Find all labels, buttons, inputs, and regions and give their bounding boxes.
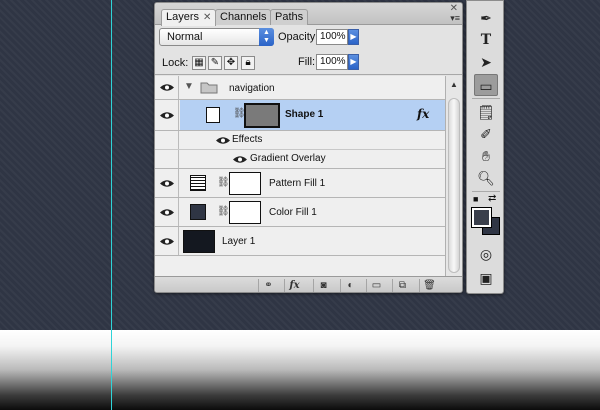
tools-panel: ✒ T ➤ ▭ 🗒︎ ✐ ✋︎ 🔍︎ ■ ⇄ ◎ ▣: [466, 0, 504, 294]
link-icon[interactable]: ⛓: [217, 177, 230, 188]
add-mask-icon[interactable]: ◙: [313, 279, 333, 292]
lock-all-icon[interactable]: 🔒︎: [241, 56, 255, 70]
trash-icon[interactable]: 🗑︎: [419, 279, 439, 292]
visibility-cell: [155, 150, 179, 168]
tab-paths-label: Paths: [275, 11, 304, 23]
link-icon[interactable]: ⛓: [217, 206, 230, 217]
eye-icon[interactable]: [160, 179, 174, 188]
tool-separator: [472, 98, 500, 99]
eye-icon[interactable]: [216, 136, 230, 145]
gradient-bar-shape: [0, 330, 600, 410]
vector-mask-thumbnail[interactable]: [244, 103, 280, 128]
pen-tool-icon[interactable]: ✒: [474, 7, 498, 29]
eye-icon[interactable]: [233, 155, 247, 164]
screen-mode-icon[interactable]: ▣: [474, 267, 498, 289]
hand-tool-icon[interactable]: ✋︎: [474, 145, 498, 167]
panel-menu-icon[interactable]: ▾≡: [450, 13, 460, 24]
scroll-up-icon[interactable]: ▲: [450, 80, 458, 89]
lock-move-icon[interactable]: ✥: [224, 56, 238, 70]
path-selection-tool-icon[interactable]: ➤: [474, 51, 498, 73]
panel-tabs: Layers ✕ Channels Paths ✕ ▾≡: [155, 3, 462, 26]
layer-name: Color Fill 1: [269, 207, 317, 218]
layer-thumbnail: [206, 107, 220, 123]
layer-row-navigation[interactable]: ▼ navigation: [155, 76, 445, 100]
mask-thumbnail[interactable]: [229, 201, 261, 224]
layer-name: navigation: [229, 83, 275, 94]
blend-row: Normal ▲ ▼ Opacity: 100% ▶: [155, 25, 462, 51]
effect-name: Gradient Overlay: [250, 153, 326, 164]
adjustment-layer-icon[interactable]: ◐: [340, 279, 360, 292]
foreground-color-swatch[interactable]: [471, 207, 492, 228]
close-icon[interactable]: ✕: [203, 12, 211, 23]
visibility-cell: [155, 100, 179, 130]
layers-panel: Layers ✕ Channels Paths ✕ ▾≡ Normal ▲ ▼ Op…: [154, 2, 463, 293]
fill-input[interactable]: 100%: [316, 54, 348, 70]
blend-mode-value: Normal: [167, 31, 203, 43]
layer-name: Shape 1: [285, 109, 324, 120]
quick-mask-icon[interactable]: ◎: [474, 243, 498, 265]
layer-row-layer-1[interactable]: Layer 1: [155, 227, 445, 256]
new-layer-icon[interactable]: ⧉: [392, 279, 412, 292]
visibility-cell: [155, 169, 179, 197]
eyedropper-tool-icon[interactable]: ✐: [474, 123, 498, 145]
layers-scrollbar[interactable]: ▲: [445, 76, 462, 278]
new-group-icon[interactable]: ▭: [366, 279, 386, 292]
add-style-fx-icon[interactable]: fx: [284, 279, 304, 292]
fx-icon[interactable]: fx: [417, 107, 429, 121]
lock-transparency-icon[interactable]: ▦: [192, 56, 206, 70]
layer-thumbnail: [183, 230, 215, 253]
pattern-thumbnail: [190, 175, 206, 191]
opacity-slider-arrow-icon[interactable]: ▶: [348, 29, 359, 45]
tab-channels-label: Channels: [220, 11, 267, 23]
layer-name: Layer 1: [222, 236, 256, 247]
rectangle-shape-tool-icon[interactable]: ▭: [474, 74, 498, 96]
lock-label: Lock:: [162, 57, 189, 69]
layers-bottom-bar: ⚭ fx ◙ ◐ ▭ ⧉ 🗑︎: [155, 276, 462, 292]
visibility-cell: [155, 198, 179, 226]
tab-layers[interactable]: Layers ✕: [161, 9, 217, 26]
eye-icon[interactable]: [160, 111, 174, 120]
tab-paths[interactable]: Paths: [270, 9, 309, 25]
notes-tool-icon[interactable]: 🗒︎: [474, 101, 498, 123]
vertical-guide[interactable]: [111, 0, 112, 410]
gradient-overlay-row[interactable]: Gradient Overlay: [155, 150, 445, 169]
color-swatch-thumbnail: [190, 204, 206, 220]
eye-icon[interactable]: [160, 208, 174, 217]
lock-row: Lock: ▦ ✎ ✥ 🔒︎ Fill: 100% ▶: [155, 51, 462, 75]
opacity-input[interactable]: 100%: [316, 29, 348, 45]
fill-slider-arrow-icon[interactable]: ▶: [348, 54, 359, 70]
tab-layers-label: Layers: [166, 11, 200, 23]
visibility-cell: [155, 76, 179, 99]
swap-colors-icon[interactable]: ⇄: [488, 193, 496, 204]
tool-separator: [472, 191, 500, 192]
effects-label: Effects: [232, 134, 263, 145]
chevron-updown-icon: ▲ ▼: [259, 28, 274, 46]
layer-row-color-fill-1[interactable]: ⛓ Color Fill 1: [155, 198, 445, 227]
visibility-cell: [155, 131, 179, 149]
eye-icon[interactable]: [160, 83, 174, 92]
lock-brush-icon[interactable]: ✎: [208, 56, 222, 70]
link-layers-icon[interactable]: ⚭: [258, 279, 278, 292]
scrollbar-thumb[interactable]: [448, 98, 460, 273]
layer-row-pattern-fill-1[interactable]: ⛓ Pattern Fill 1: [155, 169, 445, 198]
layer-row-shape-1[interactable]: ⛓ Shape 1 fx: [155, 100, 445, 131]
blend-mode-select[interactable]: Normal ▲ ▼: [159, 28, 274, 46]
type-tool-icon[interactable]: T: [474, 29, 498, 51]
opacity-label: Opacity:: [278, 31, 319, 43]
fill-label: Fill:: [298, 56, 316, 68]
mask-thumbnail[interactable]: [229, 172, 261, 195]
folder-icon: [200, 82, 218, 94]
disclosure-triangle-icon[interactable]: ▼: [184, 81, 194, 92]
effects-row[interactable]: Effects: [155, 131, 445, 150]
zoom-tool-icon[interactable]: 🔍︎: [474, 167, 498, 189]
tab-channels[interactable]: Channels: [215, 9, 272, 25]
eye-icon[interactable]: [160, 237, 174, 246]
default-colors-icon[interactable]: ■: [473, 194, 478, 204]
layers-list: ▼ navigation ⛓ Shape 1 fx Effects Gradie…: [155, 76, 445, 276]
visibility-cell: [155, 227, 179, 255]
layer-name: Pattern Fill 1: [269, 178, 326, 189]
